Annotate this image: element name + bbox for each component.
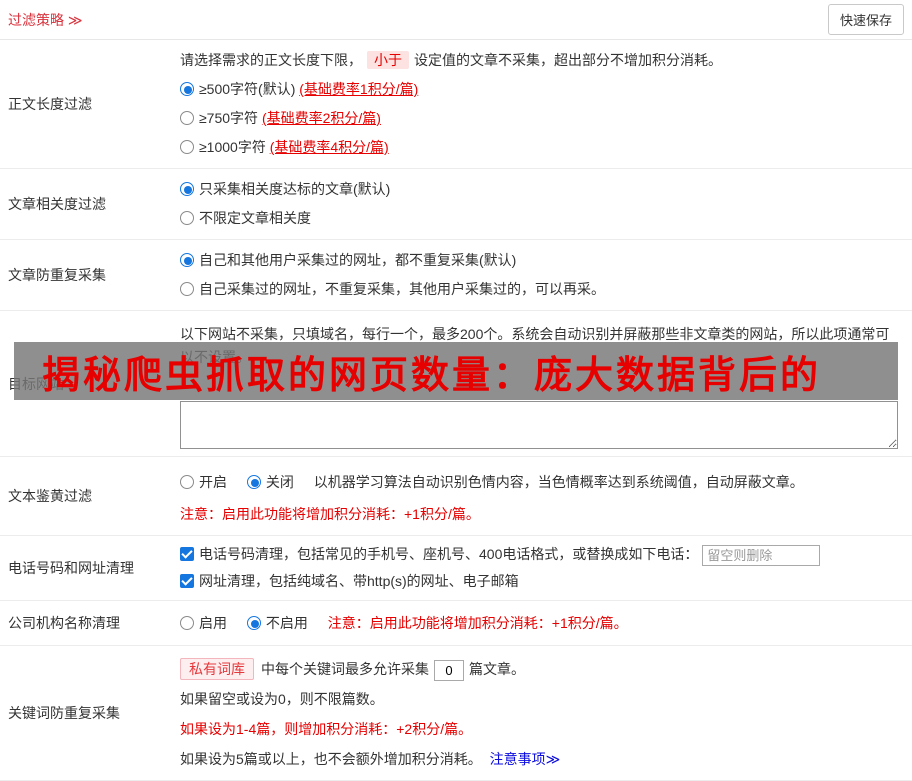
row-content-length: 正文长度过滤 请选择需求的正文长度下限， 小于设定值的文章不采集，超出部分不增加积… [0, 40, 912, 169]
dedup-option-global[interactable]: 自己和其他用户采集过的网址，都不重复采集(默认) [180, 246, 898, 275]
radio-porn-off[interactable] [247, 475, 261, 489]
header-bar: 过滤策略 ≫ 快速保存 [0, 0, 912, 40]
row-label-url-dedup: 文章防重复采集 [0, 240, 168, 310]
keyword-dedup-line3: 如果设为1-4篇，则增加积分消耗：+2积分/篇。 [180, 714, 898, 744]
row-label-content-length: 正文长度过滤 [0, 40, 168, 168]
row-label-keyword-dedup: 关键词防重复采集 [0, 646, 168, 780]
phone-clean-label: 电话号码清理，包括常见的手机号、座机号、400电话格式，或替换成如下电话： [199, 546, 698, 562]
radio-dedup-self[interactable] [180, 282, 194, 296]
phone-clean-option[interactable]: 电话号码清理，包括常见的手机号、座机号、400电话格式，或替换成如下电话： [180, 541, 898, 568]
radio-porn-on[interactable] [180, 475, 194, 489]
overlay-ad-text: 揭秘爬虫抓取的网页数量：庞大数据背后的 [42, 344, 821, 399]
option-label: 自己采集过的网址，不重复采集，其他用户采集过的，可以再采。 [199, 281, 605, 297]
option-label: ≥500字符(默认) [199, 81, 299, 97]
row-label-company-clean: 公司机构名称清理 [0, 601, 168, 645]
radio-relevance-strict[interactable] [180, 182, 194, 196]
target-sites-textarea[interactable] [180, 401, 898, 449]
keyword-dedup-line4-text: 如果设为5篇或以上，也不会额外增加积分消耗。 [180, 751, 482, 767]
keyword-dedup-line2: 如果留空或设为0，则不限篇数。 [180, 684, 898, 714]
checkbox-phone-clean[interactable] [180, 547, 194, 561]
relevance-option-any[interactable]: 不限定文章相关度 [180, 204, 898, 233]
porn-filter-off-option[interactable]: 关闭 [247, 474, 294, 490]
content-length-intro: 请选择需求的正文长度下限， 小于设定值的文章不采集，超出部分不增加积分消耗。 [180, 46, 898, 75]
row-label-phone-url-clean: 电话号码和网址清理 [0, 536, 168, 600]
content-length-option-500[interactable]: ≥500字符(默认) (基础费率1积分/篇) [180, 75, 898, 104]
porn-filter-note: 注意：启用此功能将增加积分消耗：+1积分/篇。 [180, 499, 898, 529]
keyword-limit-label: 中每个关键词最多允许采集 [261, 661, 429, 677]
option-label: 不启用 [266, 615, 308, 631]
row-relevance: 文章相关度过滤 只采集相关度达标的文章(默认) 不限定文章相关度 [0, 169, 912, 240]
porn-filter-on-option[interactable]: 开启 [180, 474, 227, 490]
content-length-option-1000[interactable]: ≥1000字符 (基础费率4积分/篇) [180, 133, 898, 162]
option-label: 关闭 [266, 474, 294, 490]
row-label-relevance: 文章相关度过滤 [0, 169, 168, 239]
replacement-phone-input[interactable] [702, 545, 820, 566]
intro-before: 请选择需求的正文长度下限， [180, 52, 362, 68]
fee-note: (基础费率4积分/篇) [270, 139, 389, 155]
porn-filter-options: 开启 关闭 以机器学习算法自动识别色情内容，当色情概率达到系统阈值，自动屏蔽文章… [180, 467, 898, 497]
company-clean-note: 注意：启用此功能将增加积分消耗：+1积分/篇。 [328, 615, 628, 631]
page-title: 过滤策略 ≫ [8, 10, 83, 30]
less-than-tag: 小于 [367, 51, 409, 69]
company-clean-options: 启用 不启用 注意：启用此功能将增加积分消耗：+1积分/篇。 [180, 608, 898, 638]
notes-link[interactable]: 注意事项≫ [490, 751, 561, 767]
keyword-dedup-line1: 私有词库中每个关键词最多允许采集 篇文章。 [180, 654, 898, 684]
fee-note: (基础费率2积分/篇) [262, 110, 381, 126]
overlay-ad-banner: 揭秘爬虫抓取的网页数量：庞大数据背后的 [14, 342, 898, 400]
keyword-limit-input[interactable] [434, 660, 464, 681]
radio-1000-chars[interactable] [180, 140, 194, 154]
option-label: ≥1000字符 [199, 139, 270, 155]
option-label: 启用 [199, 615, 227, 631]
row-phone-url-clean: 电话号码和网址清理 电话号码清理，包括常见的手机号、座机号、400电话格式，或替… [0, 536, 912, 601]
relevance-option-strict[interactable]: 只采集相关度达标的文章(默认) [180, 175, 898, 204]
row-porn-filter: 文本鉴黄过滤 开启 关闭 以机器学习算法自动识别色情内容，当色情概率达到系统阈值… [0, 457, 912, 536]
radio-relevance-any[interactable] [180, 211, 194, 225]
row-label-porn-filter: 文本鉴黄过滤 [0, 457, 168, 535]
radio-500-chars[interactable] [180, 82, 194, 96]
intro-after: 设定值的文章不采集，超出部分不增加积分消耗。 [414, 52, 722, 68]
option-label: ≥750字符 [199, 110, 262, 126]
radio-750-chars[interactable] [180, 111, 194, 125]
radio-dedup-global[interactable] [180, 253, 194, 267]
option-label: 不限定文章相关度 [199, 210, 311, 226]
keyword-limit-suffix: 篇文章。 [469, 661, 525, 677]
fee-note: (基础费率1积分/篇) [299, 81, 418, 97]
row-keyword-dedup: 关键词防重复采集 私有词库中每个关键词最多允许采集 篇文章。 如果留空或设为0，则… [0, 646, 912, 781]
row-url-dedup: 文章防重复采集 自己和其他用户采集过的网址，都不重复采集(默认) 自己采集过的网… [0, 240, 912, 311]
radio-company-on[interactable] [180, 616, 194, 630]
checkbox-url-clean[interactable] [180, 574, 194, 588]
company-clean-off-option[interactable]: 不启用 [247, 615, 308, 631]
content-length-option-750[interactable]: ≥750字符 (基础费率2积分/篇) [180, 104, 898, 133]
url-clean-option[interactable]: 网址清理，包括纯域名、带http(s)的网址、电子邮箱 [180, 568, 898, 595]
quick-save-button[interactable]: 快速保存 [828, 4, 904, 35]
company-clean-on-option[interactable]: 启用 [180, 615, 227, 631]
private-lexicon-tag[interactable]: 私有词库 [180, 658, 254, 680]
url-clean-label: 网址清理，包括纯域名、带http(s)的网址、电子邮箱 [199, 573, 519, 589]
keyword-dedup-line4: 如果设为5篇或以上，也不会额外增加积分消耗。 注意事项≫ [180, 744, 898, 774]
row-company-clean: 公司机构名称清理 启用 不启用 注意：启用此功能将增加积分消耗：+1积分/篇。 [0, 601, 912, 646]
porn-filter-description: 以机器学习算法自动识别色情内容，当色情概率达到系统阈值，自动屏蔽文章。 [314, 474, 804, 490]
option-label: 自己和其他用户采集过的网址，都不重复采集(默认) [199, 252, 516, 268]
dedup-option-self[interactable]: 自己采集过的网址，不重复采集，其他用户采集过的，可以再采。 [180, 275, 898, 304]
radio-company-off[interactable] [247, 616, 261, 630]
option-label: 只采集相关度达标的文章(默认) [199, 181, 390, 197]
option-label: 开启 [199, 474, 227, 490]
